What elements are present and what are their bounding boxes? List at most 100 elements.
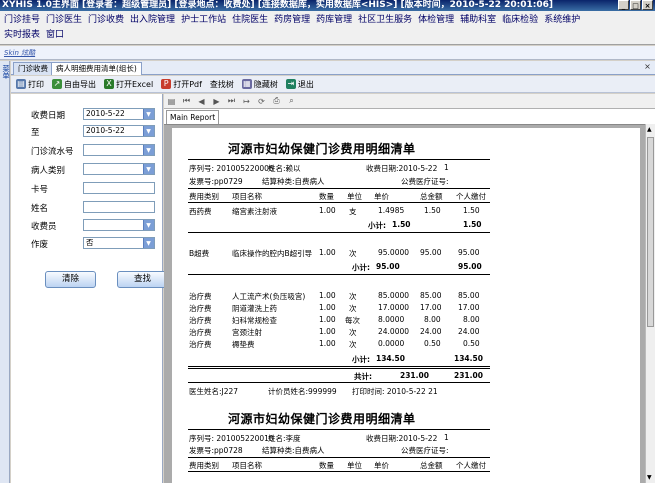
card-label: 卡号 (31, 185, 49, 195)
table-cell: 次 (349, 249, 357, 258)
menu-admission[interactable]: 出入院管理 (128, 12, 179, 25)
chevron-down-icon: ▼ (146, 222, 151, 229)
scroll-up-icon[interactable]: ▲ (647, 126, 652, 133)
menu-community-health[interactable]: 社区卫生服务 (356, 12, 416, 25)
menu-pharmacy[interactable]: 药房管理 (272, 12, 314, 25)
exit-button[interactable]: ⇥ 退出 (284, 79, 320, 90)
table-cell: 24.0000 (378, 327, 410, 336)
col-unit: 单位 (347, 461, 362, 470)
subtotal-label: 小计: (368, 221, 386, 230)
zoom-icon[interactable]: ⌕ (287, 96, 296, 106)
report-title: 河源市妇幼保健门诊费用明细清单 (228, 142, 416, 156)
open-excel-button[interactable]: X 打开Excel (102, 79, 159, 90)
maximize-icon[interactable]: □ (630, 0, 641, 10)
record-count: 1 (444, 163, 449, 172)
print-button[interactable]: ▤ 打印 (14, 79, 50, 90)
menu-outpatient-doctor[interactable]: 门诊医生 (44, 12, 86, 25)
menu-system[interactable]: 系统维护 (542, 12, 584, 25)
table-cell: 缩宫素注射液 (232, 207, 277, 216)
scroll-thumb[interactable] (647, 137, 654, 327)
export-icon: ↗ (52, 79, 62, 89)
operator-name: 计价员姓名:999999 (268, 387, 337, 396)
main-report-tab[interactable]: Main Report (166, 110, 220, 124)
name-label: 姓名 (31, 204, 49, 214)
close-icon[interactable]: × (642, 0, 653, 10)
document-tabs: 门诊收费 病人明细费用清单(组长) × (11, 61, 655, 75)
date-from-value: 2010-5-22 (86, 109, 125, 118)
report-canvas[interactable]: 河源市妇幼保健门诊费用明细清单 序列号: 201005220006 姓名:赖以 … (164, 124, 655, 483)
patient-name: 姓名:李度 (268, 434, 301, 443)
menu-drug-store[interactable]: 药库管理 (314, 12, 356, 25)
col-category: 费用类别 (189, 192, 219, 201)
report-scrollbar[interactable]: ▲ ▼ (645, 124, 655, 483)
tab-close-icon[interactable]: × (643, 63, 652, 72)
chevron-down-icon: ▼ (146, 166, 151, 173)
skin-bar: Skin 炫酷 (0, 46, 655, 60)
serial-no: 序列号: 201005220010 (189, 434, 274, 443)
col-amount: 总金额 (420, 461, 443, 470)
find-tree-label: 查找树 (209, 79, 234, 89)
columns-divider (188, 471, 490, 472)
table-cell: 95.0000 (378, 248, 410, 257)
menu-window[interactable]: 窗口 (44, 27, 68, 40)
hide-tree-button[interactable]: ▦ 隐藏树 (240, 79, 284, 90)
medical-card-no: 公费医疗证号: (401, 177, 449, 186)
menu-clinical-lab[interactable]: 临床检验 (500, 12, 542, 25)
table-cell: 1.00 (319, 339, 336, 348)
table-cell: 治疗费 (189, 316, 212, 325)
table-cell: 1.50 (424, 206, 441, 215)
menu-realtime-report[interactable]: 实时报表 (2, 27, 44, 40)
menu-auxiliary-dept[interactable]: 辅助科室 (458, 12, 500, 25)
name-input[interactable] (83, 201, 155, 213)
minimize-icon[interactable]: _ (618, 0, 629, 10)
first-page-icon[interactable]: ⏮ (182, 96, 191, 106)
window-titlebar: XYHIS 1.0主界面 [登录者：超级管理员] [登录地点：收费处] [连接数… (0, 0, 655, 11)
print-label: 打印 (28, 79, 44, 89)
cashier-select[interactable]: ▼ (83, 219, 155, 231)
menu-nurse-station[interactable]: 护士工作站 (179, 12, 230, 25)
tab-outpatient-billing[interactable]: 门诊收费 (13, 62, 53, 75)
void-select[interactable]: 否 ▼ (83, 237, 155, 249)
find-tree-button[interactable]: 查找树 (208, 79, 240, 90)
table-cell: 85.0000 (378, 291, 410, 300)
subtotal-paid: 95.00 (458, 262, 482, 271)
last-page-icon[interactable]: ⏭ (227, 96, 236, 106)
patient-type-select[interactable]: ▼ (83, 163, 155, 175)
query-buttons: 清除 查找 (45, 271, 168, 288)
footer-divider (188, 382, 490, 383)
date-to-picker[interactable]: 2010-5-22 ▼ (83, 125, 155, 137)
exit-icon: ⇥ (285, 79, 296, 89)
table-cell: 次 (349, 340, 357, 349)
scroll-down-icon[interactable]: ▼ (647, 474, 652, 481)
next-page-icon[interactable]: ▶ (212, 97, 221, 106)
excel-label: 打开Excel (116, 79, 154, 89)
total-divider (188, 366, 490, 369)
menu-outpatient-register[interactable]: 门诊挂号 (2, 12, 44, 25)
left-menu-strip[interactable]: 菜单 (0, 61, 10, 483)
export-report-icon[interactable]: ▤ (167, 97, 176, 106)
clear-button[interactable]: 清除 (45, 271, 96, 288)
table-cell: 次 (349, 292, 357, 301)
card-input[interactable] (83, 182, 155, 194)
skin-link[interactable]: Skin 炫酷 (4, 48, 35, 58)
refresh-icon[interactable]: ⟳ (257, 97, 266, 106)
search-button[interactable]: 查找 (117, 271, 168, 288)
prev-page-icon[interactable]: ◀ (197, 97, 206, 106)
goto-page-icon[interactable]: ↦ (242, 97, 251, 106)
open-pdf-button[interactable]: P 打开Pdf (159, 79, 208, 90)
menu-outpatient-billing[interactable]: 门诊收费 (86, 12, 128, 25)
table-cell: 阴道灌洗上药 (232, 304, 277, 313)
header-divider (188, 188, 490, 189)
export-button[interactable]: ↗ 自由导出 (50, 79, 102, 90)
menu-inpatient-doctor[interactable]: 住院医生 (230, 12, 272, 25)
table-cell: 治疗费 (189, 340, 212, 349)
tab-patient-fee-list[interactable]: 病人明细费用清单(组长) (51, 62, 142, 75)
record-count: 1 (444, 433, 449, 442)
col-item: 项目名称 (232, 461, 262, 470)
date-from-picker[interactable]: 2010-5-22 ▼ (83, 108, 155, 120)
print-report-icon[interactable]: ⎙ (272, 96, 281, 106)
date-to-row: 至 2010-5-22 ▼ (25, 125, 168, 138)
serial-select[interactable]: ▼ (83, 144, 155, 156)
main-toolbar: ▤ 打印 ↗ 自由导出 X 打开Excel P 打开Pdf 查找树 ▦ 隐藏树 … (11, 76, 655, 93)
menu-physical-exam[interactable]: 体检管理 (416, 12, 458, 25)
